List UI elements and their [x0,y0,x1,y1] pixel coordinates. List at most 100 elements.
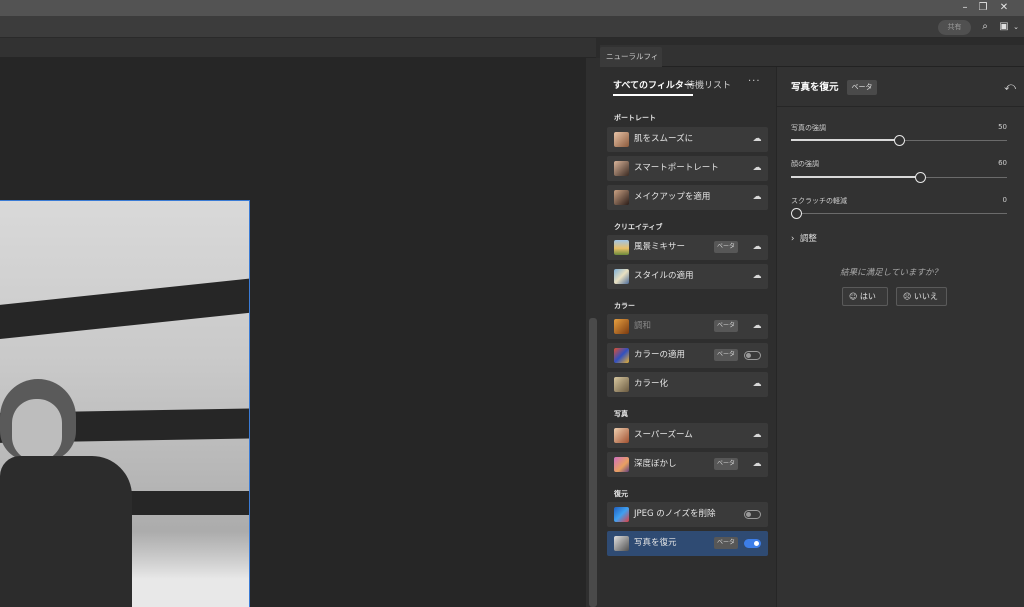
filter-toggle[interactable] [744,351,761,360]
colorize-thumbnail-icon [614,377,629,392]
more-options-icon[interactable]: ··· [748,76,760,87]
filter-label: 写真を復元 [634,538,677,548]
filter-label: メイクアップを適用 [634,192,711,202]
filter-label: JPEG のノイズを削除 [634,509,716,519]
filter-label: カラー化 [634,379,669,389]
filter-item-makeup-transfer[interactable]: メイクアップを適用 ☁ [607,185,768,210]
cloud-download-icon[interactable]: ☁ [751,271,763,282]
section-label: 写真 [614,410,628,418]
filter-toggle[interactable] [744,539,761,548]
feedback-question: 結果に満足していますか？ [840,268,942,278]
filter-label: 風景ミキサー [634,242,686,252]
slider-label: 顔の強調 [791,160,819,168]
beta-badge: ベータ [714,241,738,253]
beta-badge: ベータ [714,349,738,361]
makeup-transfer-thumbnail-icon [614,190,629,205]
cloud-download-icon[interactable]: ☁ [751,192,763,203]
cloud-download-icon[interactable]: ☁ [751,134,763,145]
landscape-mixer-thumbnail-icon [614,240,629,255]
style-transfer-thumbnail-icon [614,269,629,284]
filter-label: スマートポートレート [634,163,719,173]
cloud-download-icon[interactable]: ☁ [751,163,763,174]
filter-label: 深度ぼかし [634,459,677,469]
filter-toggle[interactable] [744,510,761,519]
cloud-download-icon[interactable]: ☁ [751,321,763,332]
search-icon[interactable]: ⌕ [978,20,992,34]
filter-item-colorize[interactable]: カラー化 ☁ [607,372,768,397]
beta-badge: ベータ [847,80,877,95]
panel-tab-neural-filters[interactable]: ニューラルフィルター [600,47,662,81]
minimize-icon[interactable]: – [956,0,974,16]
slider-label: 写真の強調 [791,124,826,132]
cloud-download-icon[interactable]: ☁ [751,242,763,253]
tab-wait-list[interactable]: 待機リスト [686,80,731,92]
filter-item-jpeg-noise[interactable]: JPEG のノイズを削除 [607,502,768,527]
slider-handle[interactable] [894,135,905,146]
slider-value: 50 [998,123,1007,131]
filter-item-photo-restoration[interactable]: 写真を復元 ベータ [607,531,768,556]
cloud-download-icon[interactable]: ☁ [751,430,763,441]
skin-smoothing-thumbnail-icon [614,132,629,147]
filter-label: 肌をスムーズに [634,134,694,144]
feedback-yes-button[interactable]: ☺ はい [842,287,888,306]
filter-item-depth-blur[interactable]: 深度ぼかし ベータ ☁ [607,452,768,477]
adjust-expander[interactable]: › 調整 [791,232,817,244]
smile-icon: ☺ [849,292,858,301]
filter-item-super-zoom[interactable]: スーパーズーム ☁ [607,423,768,448]
section-label: 復元 [614,490,628,498]
section-label: カラー [614,302,635,310]
adjust-label: 調整 [799,234,817,244]
no-label: いいえ [913,292,938,301]
yes-label: はい [859,292,876,301]
panel-tab-strip [600,45,1024,67]
beta-badge: ベータ [714,458,738,470]
face-enhancement-slider[interactable] [791,176,1007,178]
scrollbar-thumb[interactable] [589,318,597,607]
restore-icon[interactable]: ❐ [974,0,992,16]
panel-layout-icon[interactable]: ▣ [997,20,1011,34]
document-tab-bar [0,38,596,58]
smart-portrait-thumbnail-icon [614,161,629,176]
filter-item-style-transfer[interactable]: スタイルの適用 ☁ [607,264,768,289]
filter-item-color-transfer[interactable]: カラーの適用 ベータ [607,343,768,368]
cloud-download-icon[interactable]: ☁ [751,379,763,390]
filter-label: スタイルの適用 [634,271,694,281]
scratch-reduction-slider[interactable] [791,213,1007,214]
slider-handle[interactable] [915,172,926,183]
section-label: ポートレート [614,114,656,122]
frown-icon: ☹ [903,292,912,301]
options-bar [0,16,1024,38]
close-icon[interactable]: ✕ [995,0,1013,16]
slider-value: 0 [1002,196,1007,204]
color-transfer-thumbnail-icon [614,348,629,363]
super-zoom-thumbnail-icon [614,428,629,443]
section-label: クリエイティブ [614,223,663,231]
fence-plank [0,275,249,340]
slider-label: スクラッチの軽減 [791,197,847,205]
filter-item-harmonization[interactable]: 調和 ベータ ☁ [607,314,768,339]
chevron-right-icon: › [791,234,795,244]
child-coat [0,456,132,607]
harmonization-thumbnail-icon [614,319,629,334]
tab-all-filters[interactable]: すべてのフィルター [613,80,693,96]
cloud-download-icon[interactable]: ☁ [751,459,763,470]
share-button[interactable]: 共有 [938,20,971,35]
filter-item-smart-portrait[interactable]: スマートポートレート ☁ [607,156,768,181]
photo-restoration-thumbnail-icon [614,536,629,551]
slider-handle[interactable] [791,208,802,219]
reset-icon[interactable]: ⤺ [1003,80,1017,94]
filter-label: スーパーズーム [634,430,693,440]
filter-title: 写真を復元 [791,82,839,93]
filter-item-skin-smoothing[interactable]: 肌をスムーズに ☁ [607,127,768,152]
filter-label: カラーの適用 [634,350,686,360]
filter-item-landscape-mixer[interactable]: 風景ミキサー ベータ ☁ [607,235,768,260]
feedback-no-button[interactable]: ☹ いいえ [896,287,947,306]
jpeg-noise-thumbnail-icon [614,507,629,522]
filter-label: 調和 [634,321,652,331]
filter-settings-panel [776,67,1024,607]
photo-preview[interactable] [0,200,250,607]
divider [777,106,1024,107]
child-face [12,399,62,461]
beta-badge: ベータ [714,537,738,549]
chevron-down-icon[interactable]: ⌄ [1011,20,1021,34]
